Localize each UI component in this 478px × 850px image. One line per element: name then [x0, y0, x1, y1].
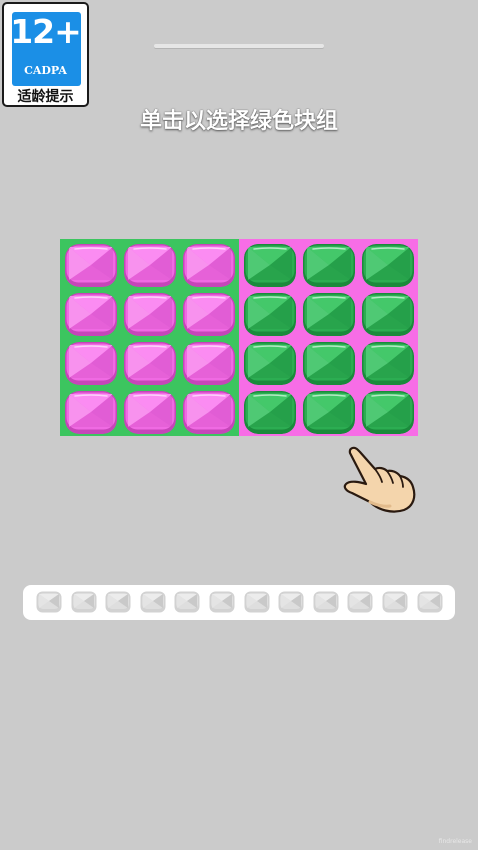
pink-tile[interactable] — [183, 244, 235, 287]
pink-tile[interactable] — [124, 293, 176, 336]
empty-slot-icon — [382, 591, 408, 613]
green-tile[interactable] — [362, 293, 414, 336]
pink-tile[interactable] — [183, 342, 235, 385]
age-rating-org: CADPA — [24, 64, 67, 77]
empty-slot-icon — [174, 591, 200, 613]
pink-tile[interactable] — [183, 391, 235, 434]
green-tile[interactable] — [362, 391, 414, 434]
green-tile[interactable] — [303, 342, 355, 385]
empty-slot-icon — [140, 591, 166, 613]
green-tile[interactable] — [362, 244, 414, 287]
green-tile[interactable] — [303, 293, 355, 336]
empty-slot-icon — [278, 591, 304, 613]
collection-tray — [23, 585, 455, 620]
pink-tile[interactable] — [65, 293, 117, 336]
empty-slot-icon — [244, 591, 270, 613]
empty-slot-icon — [105, 591, 131, 613]
green-tile[interactable] — [244, 244, 296, 287]
age-rating-badge: 12+ CADPA 适龄提示 — [2, 2, 89, 107]
pink-tile[interactable] — [124, 391, 176, 434]
pink-tile[interactable] — [124, 244, 176, 287]
green-tile[interactable] — [362, 342, 414, 385]
pink-tile[interactable] — [65, 244, 117, 287]
empty-slot-icon — [313, 591, 339, 613]
game-board — [60, 239, 418, 436]
age-rating-label: 12+ — [10, 12, 82, 51]
pointing-hand-icon — [340, 440, 420, 520]
level-progress-bar — [154, 44, 324, 48]
empty-slot-icon — [347, 591, 373, 613]
instruction-text: 单击以选择绿色块组 — [139, 109, 338, 134]
left-tile-group[interactable] — [60, 239, 239, 436]
watermark-text: findrelease — [438, 838, 472, 845]
empty-slot-icon — [209, 591, 235, 613]
right-tile-group[interactable] — [239, 239, 418, 436]
empty-slot-icon — [71, 591, 97, 613]
age-rating-tip: 适龄提示 — [17, 89, 74, 105]
pink-tile[interactable] — [65, 342, 117, 385]
green-tile[interactable] — [244, 342, 296, 385]
pink-tile[interactable] — [65, 391, 117, 434]
pink-tile[interactable] — [183, 293, 235, 336]
empty-slot-icon — [36, 591, 62, 613]
pink-tile[interactable] — [124, 342, 176, 385]
empty-slot-icon — [417, 591, 443, 613]
green-tile[interactable] — [244, 293, 296, 336]
green-tile[interactable] — [244, 391, 296, 434]
green-tile[interactable] — [303, 244, 355, 287]
green-tile[interactable] — [303, 391, 355, 434]
